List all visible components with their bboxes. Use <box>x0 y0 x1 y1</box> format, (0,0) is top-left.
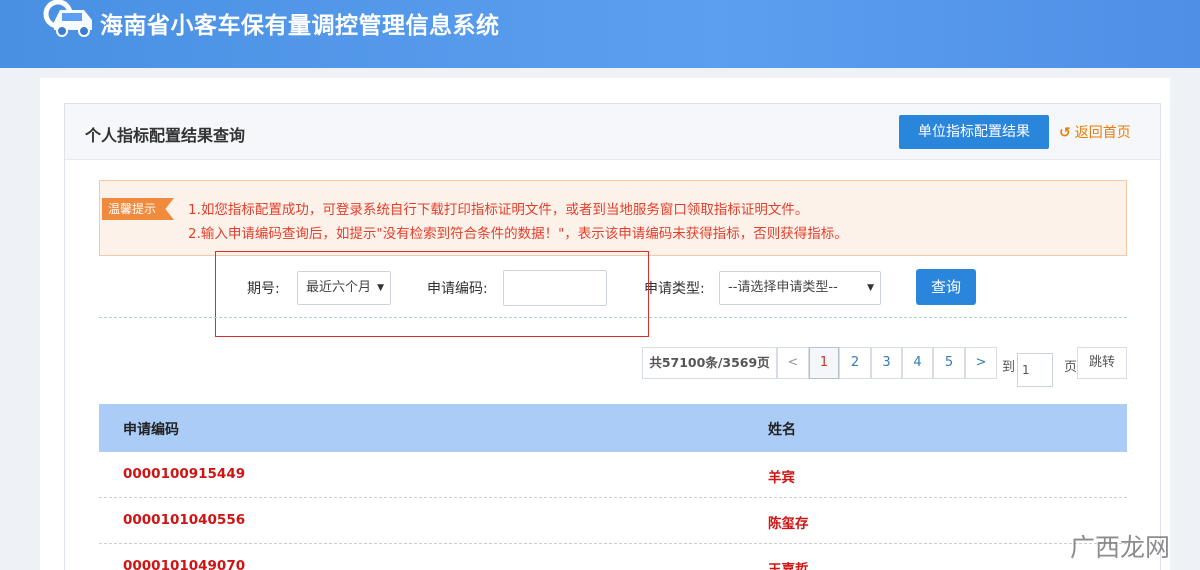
tips-box: 温馨提示 1.如您指标配置成功，可登录系统自行下载打印指标证明文件，或者到当地服… <box>99 180 1127 256</box>
watermark: 广西龙网 <box>1070 533 1171 562</box>
query-panel: 个人指标配置结果查询 单位指标配置结果 ↺ 返回首页 温馨提示 1.如您指标配置成… <box>64 103 1161 570</box>
table-row: 0000100915449 羊宾 <box>99 452 1127 498</box>
divider <box>99 317 1127 318</box>
column-header-code: 申请编码 <box>123 422 179 438</box>
car-logo-icon <box>40 0 96 40</box>
jump-button[interactable]: 跳转 <box>1077 347 1127 379</box>
cell-code: 0000101049070 <box>123 558 246 570</box>
back-home-link[interactable]: ↺ 返回首页 <box>1059 122 1131 142</box>
cell-name: 王嘉哲 <box>768 562 809 570</box>
tips-tag: 温馨提示 <box>102 198 174 220</box>
cell-code: 0000101040556 <box>123 512 246 528</box>
cell-code: 0000100915449 <box>123 466 246 482</box>
top-header: 海南省小客车保有量调控管理信息系统 <box>0 0 1200 68</box>
table-row: 0000101049070 王嘉哲 <box>99 544 1127 570</box>
pagination-page-2[interactable]: 2 <box>839 347 871 379</box>
pagination-page-1[interactable]: 1 <box>809 347 839 379</box>
unit-result-button[interactable]: 单位指标配置结果 <box>899 115 1049 149</box>
site-title: 海南省小客车保有量调控管理信息系统 <box>100 13 500 39</box>
type-label: 申请类型: <box>644 281 705 297</box>
pagination-page-5[interactable]: 5 <box>933 347 965 379</box>
query-button[interactable]: 查询 <box>916 269 976 305</box>
return-arrow-icon: ↺ <box>1059 125 1071 141</box>
type-select[interactable]: --请选择申请类型-- ▼ <box>719 271 881 305</box>
chevron-down-icon: ▼ <box>867 283 874 293</box>
pagination-page-4[interactable]: 4 <box>902 347 933 379</box>
table-header: 申请编码 姓名 <box>99 404 1127 452</box>
type-select-value: --请选择申请类型-- <box>728 280 838 295</box>
pagination-page-3[interactable]: 3 <box>871 347 902 379</box>
pagination-prev[interactable]: < <box>777 347 809 379</box>
panel-title: 个人指标配置结果查询 <box>85 126 246 145</box>
page-number-input[interactable]: 1 <box>1017 353 1053 387</box>
goto-prefix: 到 <box>1002 360 1016 375</box>
pagination-total: 共57100条/3569页 <box>642 347 777 379</box>
pagination-next[interactable]: > <box>965 347 997 379</box>
cell-name: 羊宾 <box>768 470 795 486</box>
back-home-label: 返回首页 <box>1074 125 1131 141</box>
tip-line-1: 1.如您指标配置成功，可登录系统自行下载打印指标证明文件，或者到当地服务窗口领取… <box>188 202 809 218</box>
panel-header: 个人指标配置结果查询 单位指标配置结果 ↺ 返回首页 <box>65 104 1160 160</box>
highlight-annotation <box>215 251 649 337</box>
tip-line-2: 2.输入申请编码查询后，如提示"没有检索到符合条件的数据！"，表示该申请编码未获… <box>188 226 848 242</box>
content-area: 个人指标配置结果查询 单位指标配置结果 ↺ 返回首页 温馨提示 1.如您指标配置成… <box>40 78 1170 570</box>
column-header-name: 姓名 <box>768 422 796 438</box>
table-row: 0000101040556 陈玺存 <box>99 498 1127 544</box>
goto-suffix: 页 <box>1064 360 1078 375</box>
cell-name: 陈玺存 <box>768 516 809 532</box>
